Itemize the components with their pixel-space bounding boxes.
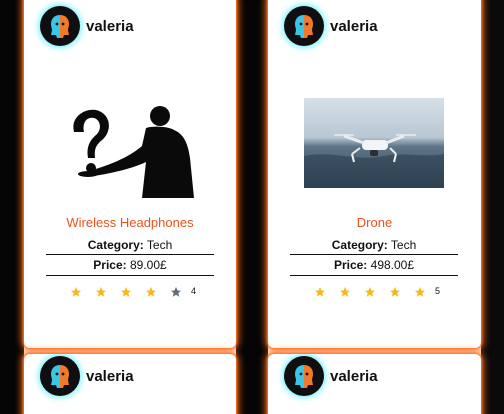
product-image[interactable] [60,104,200,200]
star-icon[interactable] [339,285,351,297]
category-value: Tech [146,238,173,252]
username[interactable]: valeria [330,18,378,35]
product-grid-page: valeria Wireless Headphones Category: Te… [0,0,504,414]
product-category: Category: Tech [46,236,214,254]
star-icon[interactable] [120,285,132,297]
rating-count: 4 [191,286,197,296]
product-card[interactable]: valeria [24,354,236,414]
username[interactable]: valeria [86,368,134,385]
card-user[interactable]: valeria [284,356,378,396]
avatar[interactable] [284,6,324,46]
price-value: 498.00£ [370,258,415,272]
category-label: Category: [331,238,388,252]
product-image[interactable] [304,98,444,190]
face-profile-avatar-icon [289,11,319,41]
face-profile-avatar-icon [289,361,319,391]
username[interactable]: valeria [330,368,378,385]
product-card[interactable]: valeria [268,0,481,348]
face-profile-avatar-icon [45,361,75,391]
face-profile-avatar-icon [45,11,75,41]
background-band-left [0,0,24,414]
star-rating[interactable]: 4 [70,285,196,297]
avatar[interactable] [40,356,80,396]
product-category: Category: Tech [290,236,458,254]
category-label: Category: [87,238,144,252]
rating-count: 5 [435,286,441,296]
card-user[interactable]: valeria [284,6,378,46]
avatar[interactable] [284,356,324,396]
product-title[interactable]: Wireless Headphones [24,215,236,230]
price-label: Price: [333,258,368,272]
product-price: Price: 89.00£ [46,254,214,276]
drone-photo-icon [304,98,444,190]
username[interactable]: valeria [86,18,134,35]
star-icon[interactable] [364,285,376,297]
star-icon[interactable] [314,285,326,297]
star-icon[interactable] [389,285,401,297]
star-icon[interactable] [70,285,82,297]
star-icon[interactable] [145,285,157,297]
star-icon[interactable] [95,285,107,297]
card-user[interactable]: valeria [40,6,134,46]
avatar[interactable] [40,6,80,46]
background-band-middle [236,0,268,414]
card-user[interactable]: valeria [40,356,134,396]
star-icon[interactable] [414,285,426,297]
question-mark-person-silhouette-icon [60,102,200,203]
category-value: Tech [390,238,417,252]
star-rating[interactable]: 5 [314,285,440,297]
product-title[interactable]: Drone [268,215,481,230]
product-price: Price: 498.00£ [290,254,458,276]
product-card[interactable]: valeria Wireless Headphones Category: Te… [24,0,236,348]
star-icon[interactable] [170,285,182,297]
product-card[interactable]: valeria [268,354,481,414]
background-band-right [481,0,504,414]
price-label: Price: [93,258,127,272]
price-value: 89.00£ [130,258,167,272]
